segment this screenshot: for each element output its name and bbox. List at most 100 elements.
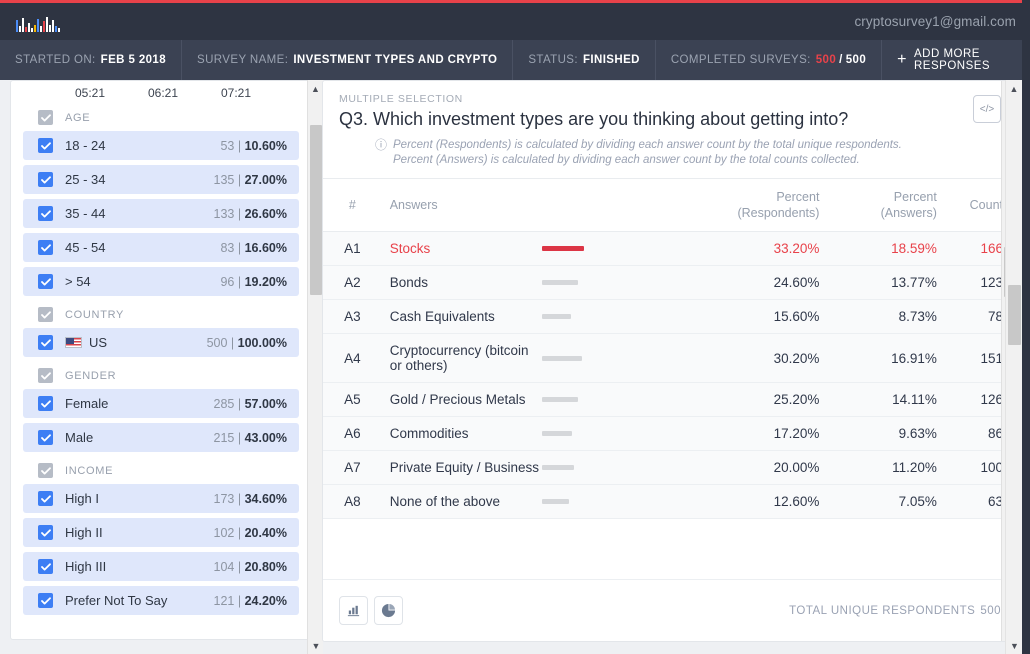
group-checkbox[interactable] (38, 463, 53, 478)
group-checkbox[interactable] (38, 110, 53, 125)
question-note-text: Percent (Respondents) is calculated by d… (393, 138, 902, 168)
filter-checkbox[interactable] (38, 335, 53, 350)
note-line-2: Percent (Answers) is calculated by divid… (393, 154, 860, 166)
filter-group-header[interactable]: INCOME (23, 457, 299, 484)
filter-checkbox[interactable] (38, 206, 53, 221)
table-row[interactable]: A8None of the above12.60%7.05%63 (323, 485, 1017, 519)
page-title: Q3. Which investment types are you think… (339, 109, 1001, 130)
page-scroll-up-arrow[interactable]: ▲ (1006, 80, 1022, 97)
filter-percent: 34.60% (245, 492, 287, 506)
code-view-button[interactable]: </> (973, 95, 1001, 123)
logo-bar (34, 25, 36, 32)
row-percent-answers: 8.73% (819, 300, 936, 334)
table-row[interactable]: A4Cryptocurrency (bitcoin or others)30.2… (323, 334, 1017, 383)
filter-label: High III (65, 559, 214, 574)
filter-row[interactable]: High III104 | 20.80% (23, 552, 299, 581)
table-row[interactable]: A6Commodities17.20%9.63%86 (323, 417, 1017, 451)
filter-row[interactable]: 18 - 2453 | 10.60% (23, 131, 299, 160)
filter-checkbox[interactable] (38, 491, 53, 506)
page-scrollbar[interactable]: ▲ ▼ (1005, 80, 1022, 654)
row-answer: Cash Equivalents (382, 300, 542, 334)
row-index: A6 (323, 417, 382, 451)
row-index: A3 (323, 300, 382, 334)
filter-row[interactable]: US500 | 100.00% (23, 328, 299, 357)
filter-checkbox[interactable] (38, 172, 53, 187)
row-bar-cell (542, 334, 686, 383)
table-row[interactable]: A3Cash Equivalents15.60%8.73%78 (323, 300, 1017, 334)
table-row[interactable]: A1Stocks33.20%18.59%166 (323, 232, 1017, 266)
answers-table-head: # Answers Percent (Respondents) Percent … (323, 179, 1017, 232)
user-email[interactable]: cryptosurvey1@gmail.com (854, 14, 1016, 29)
filter-checkbox[interactable] (38, 430, 53, 445)
filter-row[interactable]: 35 - 44133 | 26.60% (23, 199, 299, 228)
table-header-row: # Answers Percent (Respondents) Percent … (323, 179, 1017, 232)
filter-checkbox[interactable] (38, 396, 53, 411)
filter-checkbox[interactable] (38, 559, 53, 574)
page-scroll-down-arrow[interactable]: ▼ (1006, 637, 1023, 654)
col-index: # (323, 179, 382, 232)
row-percent-respondents: 33.20% (686, 232, 819, 266)
row-percent-answers: 7.05% (819, 485, 936, 519)
filter-row[interactable]: Male215 | 43.00% (23, 423, 299, 452)
filter-count: 104 (214, 560, 235, 574)
filter-label-text: High III (65, 559, 106, 574)
filter-count: 173 (214, 492, 235, 506)
logo-bar (46, 17, 48, 32)
row-bar (542, 356, 582, 361)
filter-count: 83 (220, 241, 234, 255)
group-checkbox[interactable] (38, 307, 53, 322)
filter-row[interactable]: High II102 | 20.40% (23, 518, 299, 547)
status-value: FINISHED (583, 54, 640, 66)
answers-table-body: A1Stocks33.20%18.59%166A2Bonds24.60%13.7… (323, 232, 1017, 519)
group-checkbox[interactable] (38, 368, 53, 383)
row-bar-cell (542, 232, 686, 266)
filter-stats: 121 | 24.20% (214, 594, 287, 608)
survey-name-value: INVESTMENT TYPES AND CRYPTO (293, 54, 497, 66)
filter-row[interactable]: High I173 | 34.60% (23, 484, 299, 513)
question-header: MULTIPLE SELECTION Q3. Which investment … (323, 81, 1017, 178)
filter-row[interactable]: 45 - 5483 | 16.60% (23, 233, 299, 262)
table-row[interactable]: A5Gold / Precious Metals25.20%14.11%126 (323, 383, 1017, 417)
scroll-up-arrow[interactable]: ▲ (308, 80, 323, 97)
filter-checkbox[interactable] (38, 274, 53, 289)
table-row[interactable]: A2Bonds24.60%13.77%123 (323, 266, 1017, 300)
row-bar-cell (542, 383, 686, 417)
filter-group-header[interactable]: AGE (23, 104, 299, 131)
row-answer: Gold / Precious Metals (382, 383, 542, 417)
col-bar (542, 179, 686, 232)
filter-stats: 215 | 43.00% (214, 431, 287, 445)
filters-sidebar: 05:2106:2107:21 AGE18 - 2453 | 10.60%25 … (0, 80, 322, 654)
filter-percent: 19.20% (245, 275, 287, 289)
row-percent-answers: 13.77% (819, 266, 936, 300)
bar-chart-logo[interactable] (16, 12, 60, 32)
filter-percent: 20.80% (245, 560, 287, 574)
sidebar-scroll-thumb[interactable] (310, 125, 322, 295)
table-row[interactable]: A7Private Equity / Business20.00%11.20%1… (323, 451, 1017, 485)
page-scroll-thumb[interactable] (1008, 285, 1021, 345)
logo-bar (37, 19, 39, 32)
filter-row[interactable]: Female285 | 57.00% (23, 389, 299, 418)
filter-group-header[interactable]: GENDER (23, 362, 299, 389)
filter-group-header[interactable]: COUNTRY (23, 301, 299, 328)
pie-chart-button[interactable] (374, 596, 403, 625)
bar-chart-button[interactable] (339, 596, 368, 625)
row-bar (542, 499, 569, 504)
row-bar (542, 465, 574, 470)
filter-checkbox[interactable] (38, 138, 53, 153)
filter-row[interactable]: 25 - 34135 | 27.00% (23, 165, 299, 194)
add-more-responses-button[interactable]: + ADD MORE RESPONSES (882, 40, 1030, 80)
survey-name-cell: SURVEY NAME: INVESTMENT TYPES AND CRYPTO (182, 40, 513, 80)
col-pa-line2: (Answers) (881, 206, 937, 220)
completed-surveys-label: COMPLETED SURVEYS: (671, 54, 811, 66)
row-bar (542, 246, 584, 251)
filter-checkbox[interactable] (38, 240, 53, 255)
filter-row[interactable]: Prefer Not To Say121 | 24.20% (23, 586, 299, 615)
row-answer: Cryptocurrency (bitcoin or others) (382, 334, 542, 383)
filter-label: 18 - 24 (65, 138, 220, 153)
total-value: 500 (980, 605, 1001, 617)
filter-stats: 173 | 34.60% (214, 492, 287, 506)
filter-checkbox[interactable] (38, 525, 53, 540)
sidebar-scrollbar[interactable]: ▲ ▼ (307, 80, 323, 654)
filter-checkbox[interactable] (38, 593, 53, 608)
filter-row[interactable]: > 5496 | 19.20% (23, 267, 299, 296)
